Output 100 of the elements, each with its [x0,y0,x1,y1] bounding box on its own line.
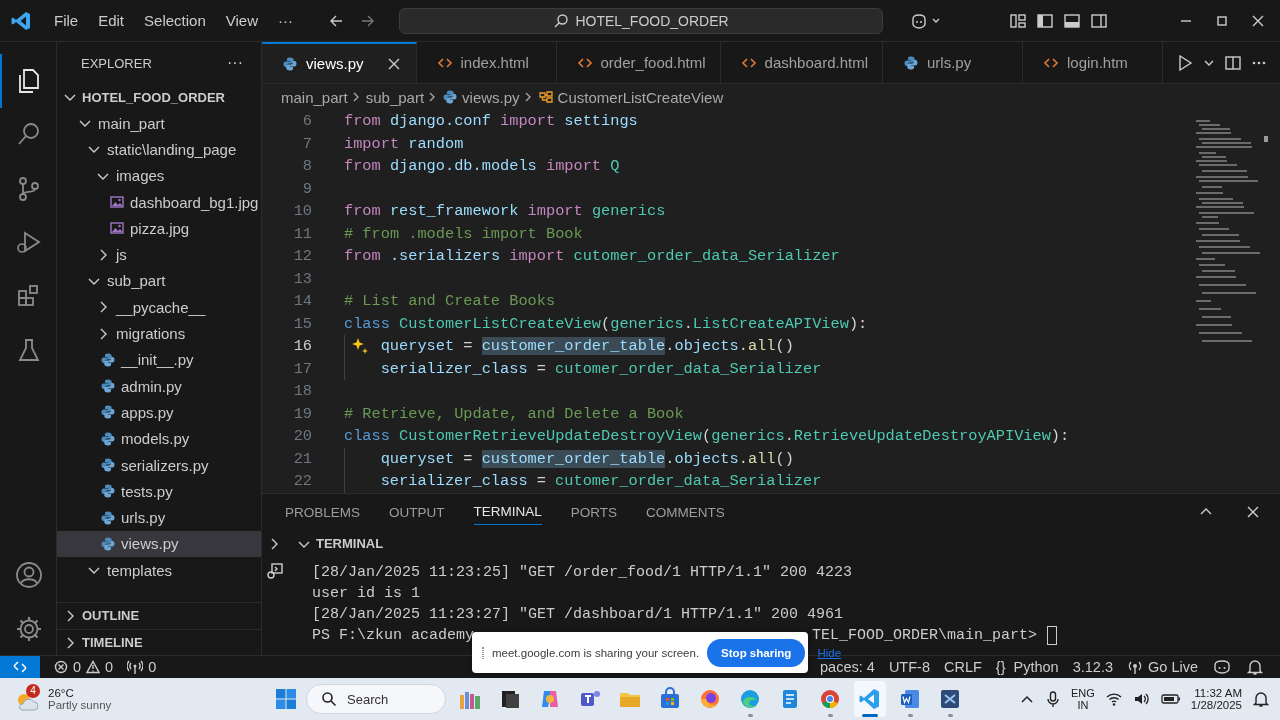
ports-status[interactable]: 0 [127,659,157,675]
weather-condition: Partly sunny [48,699,112,711]
menu-item[interactable]: Selection [144,12,206,29]
breadcrumb-item[interactable]: CustomerListCreateView [537,88,724,106]
menu-item[interactable]: File [54,12,79,29]
editor-tab[interactable]: order_food.html [556,42,721,83]
status-item[interactable]: 3.12.3 [1072,659,1113,675]
clock-button[interactable]: 11:32 AM 1/28/2025 [1190,687,1242,711]
microphone-icon[interactable] [1045,690,1061,708]
tree-item[interactable]: models.py [57,425,261,452]
tree-item[interactable]: migrations [57,320,261,347]
tree-item[interactable]: templates [57,557,261,584]
layout-icon[interactable] [1009,11,1027,30]
hide-link[interactable]: Hide [817,646,842,659]
notification-bell-icon[interactable] [1252,690,1270,708]
menu-item[interactable]: View [225,12,258,29]
panel-toggle-icon[interactable] [1063,11,1081,30]
tree-item[interactable]: dashboard_bg1.jpg [57,188,261,216]
tree-item[interactable]: static\landing_page [57,136,261,163]
split-editor-icon[interactable] [1224,53,1242,72]
code-line: # Retrieve, Update, and Delete a Book [344,404,684,423]
account-icon[interactable] [14,559,44,590]
copilot-icon[interactable] [1212,659,1232,675]
editor-tab[interactable]: index.html [416,42,557,83]
more-actions-button[interactable]: ··· [227,54,243,72]
code-line: queryset = customer_order_table.objects.all() [380,449,794,468]
panel-tab[interactable]: COMMENTS [646,498,725,525]
go-live-button[interactable]: Go Live [1127,659,1198,675]
region-code: IN [1077,699,1089,711]
ide-icon[interactable] [938,687,962,711]
menu-item[interactable]: ··· [278,12,293,29]
python-icon [100,430,116,447]
code-editor-icon[interactable] [858,687,882,711]
temperature: 26°C [48,687,75,699]
document-w-icon[interactable] [898,687,922,711]
python-icon [100,457,116,473]
panel-tab[interactable]: TERMINAL [473,498,542,525]
tree-item[interactable]: apps.py [57,399,261,426]
status-item[interactable]: CRLF [943,659,982,675]
code-line: class CustomerRetrieveUpdateDestroyView(generics.RetrieveUpdateDestroyAPIView): [344,427,1070,446]
antenna-icon [127,660,144,674]
tree-item[interactable]: __pycache__ [57,294,261,321]
breadcrumb-item[interactable]: sub_part [365,88,425,106]
tree-item[interactable]: images [57,162,261,189]
wifi-icon[interactable] [1104,691,1123,707]
taskbar-search-field[interactable]: Search [306,684,446,714]
tree-item[interactable]: main_part [57,110,261,137]
status-item[interactable]: UTF-8 [888,659,930,675]
line-number: 16 [292,337,312,356]
breadcrumb-item[interactable]: main_part [281,88,348,106]
tree-item[interactable]: js [57,241,261,268]
bell-icon[interactable] [1246,659,1264,675]
panel-tab[interactable]: OUTPUT [389,498,445,525]
tree-item[interactable]: views.py [57,530,261,558]
tree-item[interactable]: tests.py [57,478,261,505]
tree-item[interactable]: serializers.py [57,451,261,479]
image-file-icon [109,220,125,237]
tree-item[interactable]: urls.py [57,504,261,531]
python-icon [282,55,298,72]
search-icon [321,691,337,707]
input-language-button[interactable]: ENG IN [1071,687,1095,711]
section-header[interactable]: TERMINAL [296,535,384,552]
problems-status[interactable]: 0 0 [54,659,114,675]
speaker-icon[interactable] [1132,691,1151,707]
drag-handle-icon[interactable] [482,646,484,659]
terminal-line: PS F:\zkun academy [312,625,475,646]
panel-tab[interactable]: PORTS [570,498,618,525]
tree-item[interactable]: pizza.jpg [57,215,261,242]
line-number: 17 [292,359,312,378]
sidebar-toggle-icon[interactable] [1036,11,1054,30]
status-item[interactable]: paces: 4 [820,659,875,675]
notification-badge: 4 [26,684,40,698]
editor-tab[interactable]: login.htm [1023,42,1163,83]
editor-tab[interactable]: views.py [262,42,417,83]
tree-item[interactable]: __init__.py [57,346,261,373]
store-icon[interactable] [658,687,682,711]
section-header[interactable]: OUTLINE [57,601,261,629]
line-number: 6 [301,112,312,131]
line-number: 11 [292,224,312,243]
section-header[interactable]: HOTEL_FOOD_ORDER [57,84,261,110]
warning-count: 0 [105,659,114,675]
round-browser-icon[interactable] [818,687,842,711]
secondary-sidebar-icon[interactable] [1090,11,1108,30]
weather-widget[interactable]: 4 26°C Partly sunny [14,679,274,719]
editor-tab[interactable]: urls.py [883,42,1023,83]
command-center[interactable]: HOTEL_FOOD_ORDER [399,7,883,34]
panel-tab[interactable]: PROBLEMS [285,498,361,525]
remote-button[interactable] [0,655,40,679]
class-icon [537,89,554,105]
menu-item[interactable]: Edit [98,12,125,29]
run-icon[interactable] [1176,53,1194,72]
tree-item[interactable]: admin.py [57,372,261,400]
status-item[interactable]: {} Python [995,659,1059,675]
breadcrumb-item[interactable]: views.py [442,88,520,106]
editor-tab[interactable]: dashboard.html [720,42,883,83]
start-icon[interactable] [274,687,298,711]
fox-globe-icon[interactable] [698,687,722,711]
stop-sharing-button[interactable]: Stop sharing [707,638,806,667]
battery-icon[interactable] [1160,691,1181,707]
tree-item[interactable]: sub_part [57,267,261,295]
